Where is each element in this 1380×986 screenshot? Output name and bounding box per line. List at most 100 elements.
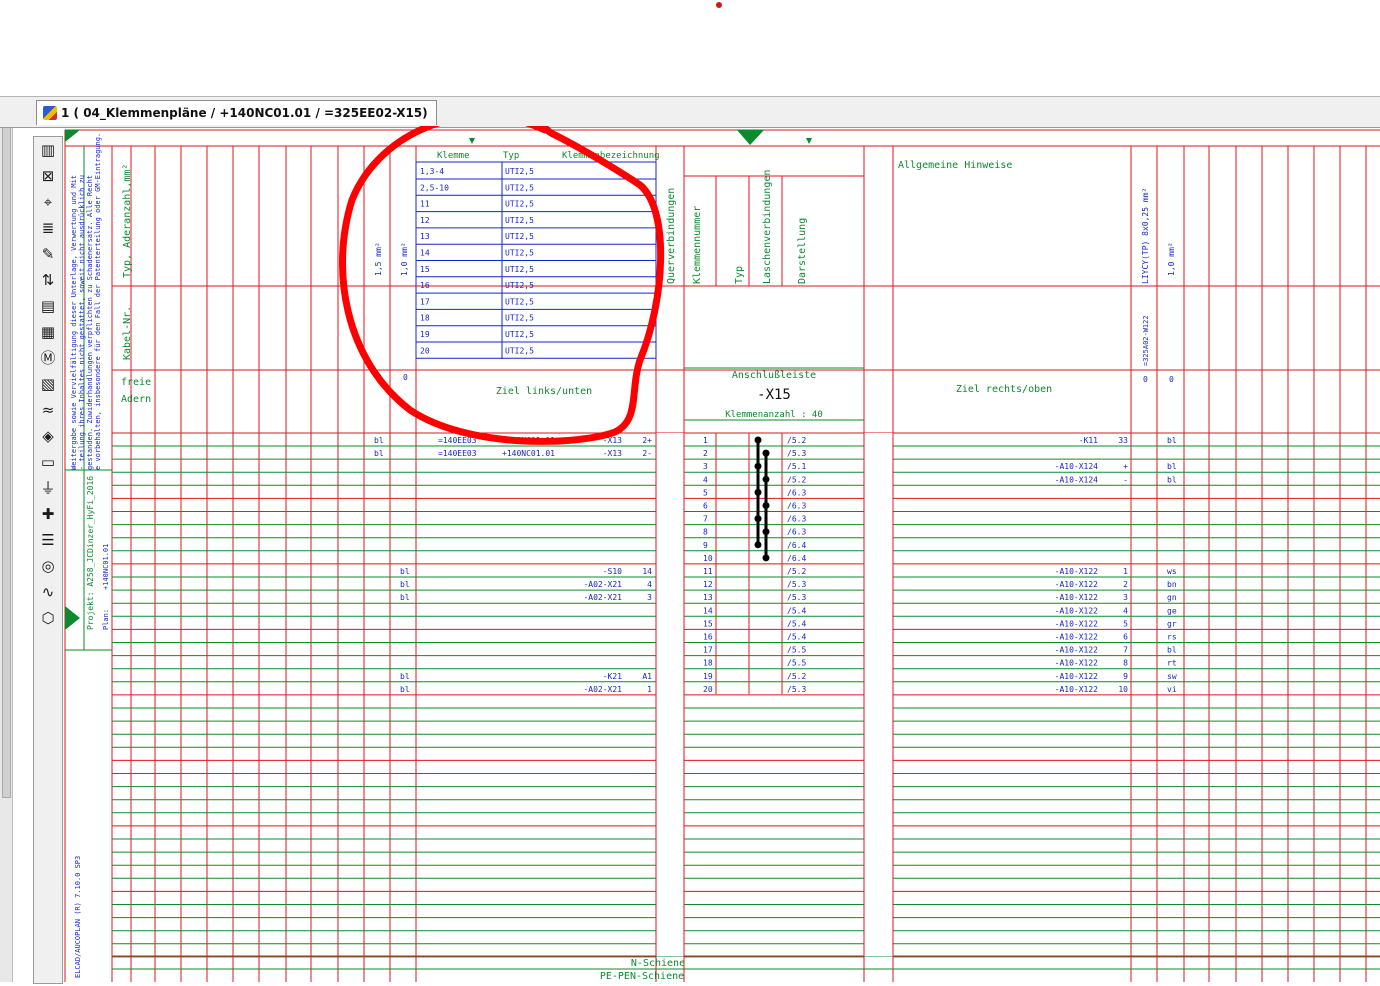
diode-tool-icon[interactable]: ⏚ bbox=[37, 477, 59, 499]
row-right-device: -K11 bbox=[1079, 436, 1098, 445]
row-right-color: ws bbox=[1167, 567, 1177, 576]
software-version: ELCAD/AUCOPLAN (R) 7.10.0 SP3 bbox=[74, 856, 82, 978]
row-page-reference: /6.3 bbox=[787, 502, 806, 511]
row-target-device: -S10 bbox=[603, 567, 622, 576]
vertical-scrollbar[interactable] bbox=[0, 96, 13, 982]
row-right-color: gr bbox=[1167, 619, 1177, 628]
fuse-tool-icon[interactable]: ▭ bbox=[37, 451, 59, 473]
terminal-strip-tool-icon[interactable]: ▥ bbox=[37, 139, 59, 161]
row-page-reference: /5.4 bbox=[787, 606, 806, 615]
terminal-table-cell: 17 bbox=[420, 297, 430, 306]
row-terminal-number: 19 bbox=[703, 672, 713, 681]
terminal-table-cell: 1,3-4 bbox=[420, 167, 444, 176]
jumper-dot bbox=[754, 541, 762, 549]
jumper-dot bbox=[762, 449, 770, 457]
row-page-reference: /5.3 bbox=[787, 685, 806, 694]
row-core-color: bl bbox=[374, 436, 384, 445]
row-page-reference: /5.2 bbox=[787, 436, 806, 445]
sheet-marker-arrow bbox=[65, 130, 80, 142]
bus-bar-tool-icon[interactable]: ☰ bbox=[37, 529, 59, 551]
row-target-pin: 3 bbox=[647, 593, 652, 602]
plc-card-tool-icon[interactable]: ▤ bbox=[37, 295, 59, 317]
terminal-table-cell: UTI2,5 bbox=[505, 216, 534, 225]
row-terminal-number: 7 bbox=[703, 515, 708, 524]
target-left-label: Ziel links/unten bbox=[496, 386, 592, 397]
right-cable-no: =325A02-W122 bbox=[1142, 315, 1150, 366]
terminal-table-header: Klemmenbezeichnung bbox=[562, 151, 660, 161]
terminal-table-cell: UTI2,5 bbox=[505, 200, 534, 209]
row-terminal-number: 15 bbox=[703, 619, 713, 628]
row-page-reference: /5.3 bbox=[787, 593, 806, 602]
row-page-reference: /6.4 bbox=[787, 541, 806, 550]
row-terminal-number: 5 bbox=[703, 488, 708, 497]
terminal-table-cell: 14 bbox=[420, 249, 430, 258]
row-right-pin: 4 bbox=[1123, 606, 1128, 615]
row-right-color: bl bbox=[1167, 646, 1177, 655]
strip-name: -X15 bbox=[757, 387, 791, 403]
connector-row-tool-icon[interactable]: ▧ bbox=[37, 373, 59, 395]
row-page-reference: /5.5 bbox=[787, 659, 806, 668]
row-right-pin: + bbox=[1123, 462, 1128, 471]
row-right-pin: 8 bbox=[1123, 659, 1128, 668]
row-right-device: -A10-X122 bbox=[1055, 672, 1099, 681]
left-header-free: freie bbox=[121, 377, 151, 388]
row-page-reference: /6.3 bbox=[787, 528, 806, 537]
terminal-diagram-sheet[interactable]: Weitergabe sowie Vervielfältigung dieser… bbox=[62, 112, 1380, 986]
row-page-reference: /6.4 bbox=[787, 554, 806, 563]
terminal-diagram-canvas[interactable]: Weitergabe sowie Vervielfältigung dieser… bbox=[62, 112, 1380, 982]
jumper-tool-icon[interactable]: ⇅ bbox=[37, 269, 59, 291]
coil-tool-icon[interactable]: ≈ bbox=[37, 399, 59, 421]
row-terminal-number: 6 bbox=[703, 502, 708, 511]
row-right-pin: 33 bbox=[1118, 436, 1128, 445]
terminal-block-tool-icon[interactable]: ▦ bbox=[37, 321, 59, 343]
document-tab[interactable]: 1 ( 04_Klemmenpläne / +140NC01.01 / =325… bbox=[36, 100, 437, 125]
motor-tool-icon[interactable]: Ⓜ bbox=[37, 347, 59, 369]
connection-point-tool-icon[interactable]: ⌖ bbox=[37, 191, 59, 213]
general-notes-header: Allgemeine Hinweise bbox=[898, 160, 1012, 171]
row-right-device: -A10-X122 bbox=[1055, 567, 1099, 576]
spring-tool-icon[interactable]: ∿ bbox=[37, 581, 59, 603]
diamond-tool-icon[interactable]: ◈ bbox=[37, 425, 59, 447]
row-right-pin: 3 bbox=[1123, 593, 1128, 602]
terminal-table-cell: UTI2,5 bbox=[505, 346, 534, 355]
type-header: Typ bbox=[734, 266, 745, 284]
device-edit-tool-icon[interactable]: ✎ bbox=[37, 243, 59, 265]
hexagon-tool-icon[interactable]: ⬡ bbox=[37, 607, 59, 629]
left-header-cable-type: Typ, Aderanzahl,mm² bbox=[122, 164, 133, 278]
copyright-note: Weitergabe sowie Vervielfältigung dieser… bbox=[70, 175, 78, 470]
row-page-reference: /5.3 bbox=[787, 580, 806, 589]
terminal-table-cell: UTI2,5 bbox=[505, 297, 534, 306]
terminal-table-cell: UTI2,5 bbox=[505, 167, 534, 176]
strip-count: Klemmenanzahl : 40 bbox=[725, 410, 823, 420]
terminal-table-cell: 18 bbox=[420, 314, 430, 323]
row-core-color: bl bbox=[400, 593, 410, 602]
scrollbar-thumb[interactable] bbox=[2, 116, 11, 798]
document-tab-title: 1 ( 04_Klemmenpläne / +140NC01.01 / =325… bbox=[61, 106, 428, 120]
plan-label: Plan: bbox=[102, 609, 110, 630]
row-right-pin: - bbox=[1123, 475, 1128, 484]
row-core-color: bl bbox=[400, 580, 410, 589]
jumper-dot bbox=[762, 528, 770, 536]
jumper-dot bbox=[762, 475, 770, 483]
row-right-pin: 10 bbox=[1118, 685, 1128, 694]
row-right-pin: 5 bbox=[1123, 619, 1128, 628]
red-dot-marker bbox=[716, 2, 722, 8]
mark-2: 0 bbox=[403, 373, 408, 382]
row-terminal-number: 2 bbox=[703, 449, 708, 458]
terminal-table-cell: 15 bbox=[420, 265, 430, 274]
cross-box-tool-icon[interactable]: ⊠ bbox=[37, 165, 59, 187]
elcad-document-icon bbox=[43, 106, 57, 120]
gauge-tool-icon[interactable]: ◎ bbox=[37, 555, 59, 577]
terminal-table-cell: 19 bbox=[420, 330, 430, 339]
row-terminal-number: 11 bbox=[703, 567, 713, 576]
multi-line-tool-icon[interactable]: ≣ bbox=[37, 217, 59, 239]
row-right-color: bn bbox=[1167, 580, 1177, 589]
cross-tool-icon[interactable]: ✚ bbox=[37, 503, 59, 525]
row-target-pin: 1 bbox=[647, 685, 652, 694]
terminal-table-cell: UTI2,5 bbox=[505, 314, 534, 323]
row-right-color: rs bbox=[1167, 633, 1177, 642]
row-right-color: gn bbox=[1167, 593, 1177, 602]
row-right-color: bl bbox=[1167, 436, 1177, 445]
row-terminal-number: 3 bbox=[703, 462, 708, 471]
separator-band bbox=[864, 433, 893, 956]
